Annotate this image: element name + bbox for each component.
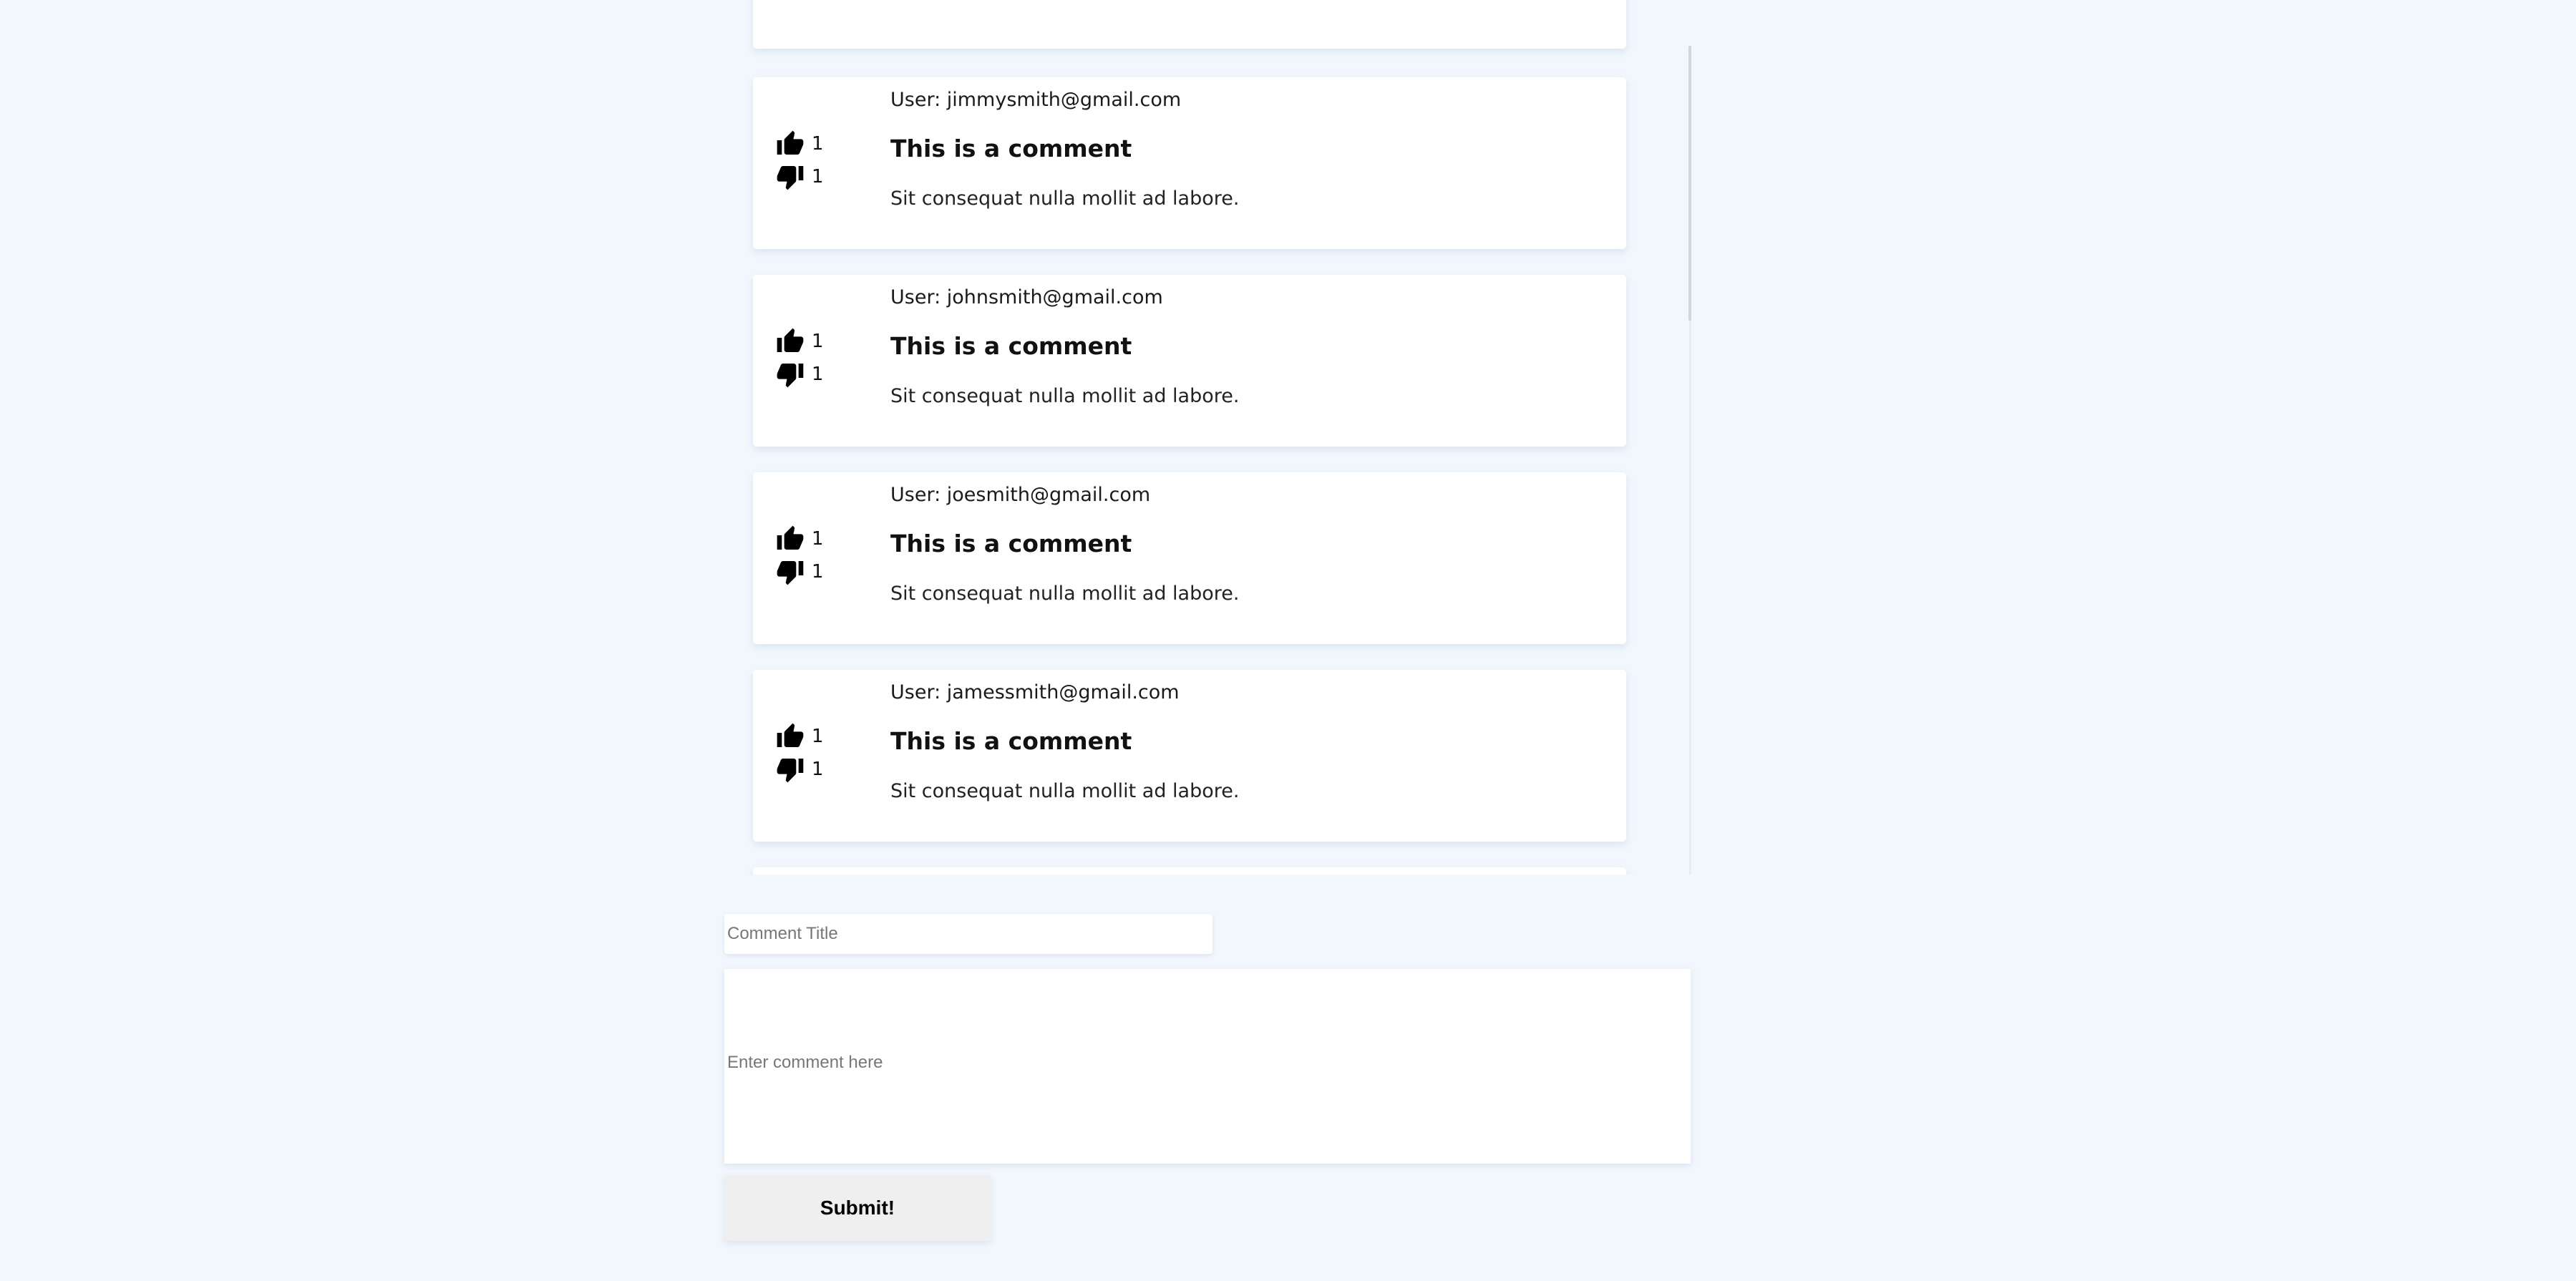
- comment-text: Sit consequat nulla mollit ad labore.: [890, 385, 1240, 407]
- thumbs-down-icon[interactable]: [776, 557, 805, 586]
- vote-controls: 1 1: [776, 325, 833, 391]
- comment-content: User: johnsmith@gmail.com This is a comm…: [890, 288, 1598, 406]
- comment-list[interactable]: 1 1 User: jimmysmith@gmail.com This is a…: [724, 0, 1691, 875]
- comment-user: User: joesmith@gmail.com: [890, 484, 1151, 506]
- comment-textarea[interactable]: [724, 969, 1691, 1164]
- dislike-count: 1: [812, 561, 824, 583]
- comment-text: Sit consequat nulla mollit ad labore.: [890, 187, 1240, 210]
- like-count: 1: [812, 726, 824, 747]
- thumbs-down-icon[interactable]: [776, 162, 805, 191]
- dislike-count: 1: [812, 759, 824, 780]
- dislike-count: 1: [812, 166, 824, 187]
- comment-text: Sit consequat nulla mollit ad labore.: [890, 583, 1240, 605]
- comment-card-partial-bottom: [753, 867, 1626, 875]
- comment-text: Sit consequat nulla mollit ad labore.: [890, 780, 1240, 802]
- thumbs-up-icon[interactable]: [776, 130, 805, 158]
- comment-title: This is a comment: [890, 135, 1132, 162]
- thumbs-up-icon[interactable]: [776, 722, 805, 751]
- vote-controls: 1 1: [776, 720, 833, 786]
- comment-content: User: jamessmith@gmail.com This is a com…: [890, 683, 1598, 801]
- like-count: 1: [812, 528, 824, 550]
- thumbs-up-icon[interactable]: [776, 525, 805, 553]
- comment-title-input[interactable]: [724, 914, 1212, 954]
- comment-card: 1 1 User: joesmith@gmail.com This is a c…: [753, 472, 1626, 644]
- comment-card: 1 1 User: jimmysmith@gmail.com This is a…: [753, 77, 1626, 249]
- comment-user: User: jamessmith@gmail.com: [890, 681, 1180, 703]
- scrollbar-thumb[interactable]: [1688, 46, 1691, 321]
- comment-user: User: jimmysmith@gmail.com: [890, 89, 1182, 111]
- vote-controls: 1 1: [776, 127, 833, 193]
- comment-card: 1 1 User: jamessmith@gmail.com This is a…: [753, 670, 1626, 842]
- like-count: 1: [812, 331, 824, 352]
- dislike-count: 1: [812, 364, 824, 385]
- like-count: 1: [812, 133, 824, 155]
- comment-user: User: johnsmith@gmail.com: [890, 286, 1163, 308]
- comment-title: This is a comment: [890, 727, 1132, 755]
- vote-controls: 1 1: [776, 522, 833, 588]
- comment-content: User: joesmith@gmail.com This is a comme…: [890, 485, 1598, 603]
- thumbs-up-icon[interactable]: [776, 327, 805, 356]
- comment-content: User: jimmysmith@gmail.com This is a com…: [890, 90, 1598, 208]
- comment-card-partial-top: [753, 0, 1626, 49]
- comment-card: 1 1 User: johnsmith@gmail.com This is a …: [753, 275, 1626, 447]
- submit-button[interactable]: Submit!: [724, 1175, 991, 1241]
- comment-title: This is a comment: [890, 530, 1132, 557]
- thumbs-down-icon[interactable]: [776, 755, 805, 784]
- thumbs-down-icon[interactable]: [776, 360, 805, 389]
- comment-title: This is a comment: [890, 332, 1132, 360]
